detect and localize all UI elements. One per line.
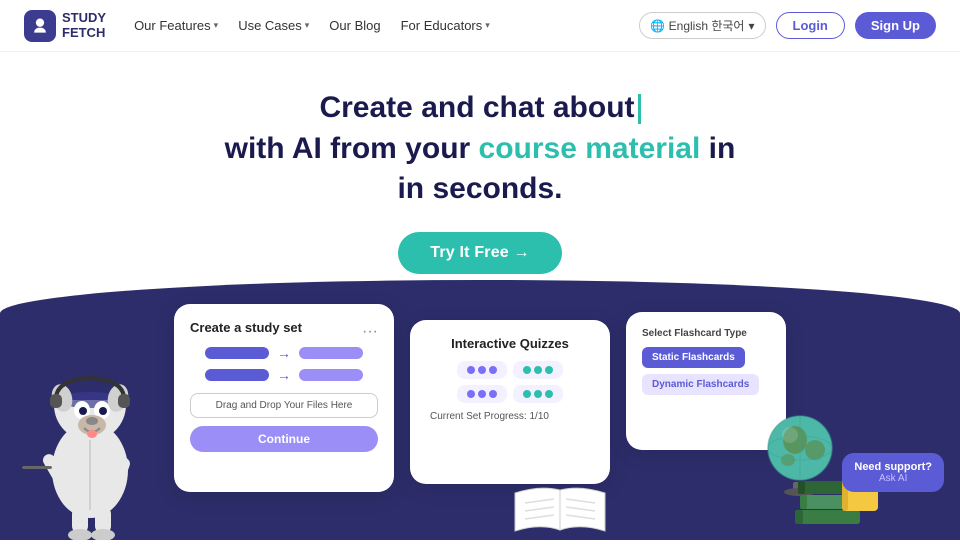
dot-purple [489,390,497,398]
card1-rows: → → [190,345,378,383]
chevron-down-icon: ▾ [214,20,219,31]
language-selector[interactable]: 🌐 English 한국어 ▾ [639,12,765,39]
static-flashcards-button[interactable]: Static Flashcards [642,347,745,368]
support-bubble[interactable]: Need support? Ask AI [842,453,944,492]
quiz-option[interactable] [513,385,563,403]
chevron-down-icon: ▾ [305,20,310,31]
chevron-down-icon: ▾ [485,20,490,31]
arrow-right-icon: → [277,367,291,383]
hero-section: Create and chat about with AI from your … [0,52,960,274]
list-item: → [205,367,363,383]
continue-button[interactable]: Continue [190,426,378,452]
mascot-dog [20,310,160,540]
dot-purple [478,390,486,398]
dot-purple [489,366,497,374]
nav-links: Our Features ▾ Use Cases ▾ Our Blog For … [134,18,639,33]
list-item [426,385,594,403]
dot-purple [478,366,486,374]
nav-item-blog[interactable]: Our Blog [329,18,380,33]
logo-text: STUDY FETCH [62,11,106,40]
nav-right: 🌐 English 한국어 ▾ Login Sign Up [639,12,936,39]
dot-purple [467,390,475,398]
dot-green [523,366,531,374]
nav-item-educators[interactable]: For Educators ▾ [401,18,490,33]
list-item: → [205,345,363,361]
dot-purple [467,366,475,374]
card2-title: Interactive Quizzes [426,336,594,351]
navbar: STUDY FETCH Our Features ▾ Use Cases ▾ O… [0,0,960,52]
interactive-quizzes-card: Interactive Quizzes [410,320,610,484]
bar-right [299,347,363,359]
nav-item-features[interactable]: Our Features ▾ [134,18,218,33]
logo[interactable]: STUDY FETCH [24,10,106,42]
card1-title: Create a study set [190,320,302,335]
support-title: Need support? [854,461,932,473]
cursor-blink [638,94,641,124]
more-options-icon[interactable]: ··· [362,323,378,341]
login-button[interactable]: Login [776,12,845,39]
signup-button[interactable]: Sign Up [855,12,936,39]
bar-left [205,347,269,359]
dot-green [523,390,531,398]
create-study-set-card: Create a study set ··· → → Drag and Drop… [174,304,394,492]
dot-green [545,390,553,398]
dot-green [545,366,553,374]
support-sub: Ask AI [854,473,932,484]
dot-green [534,390,542,398]
quiz-progress: Current Set Progress: 1/10 [426,411,594,422]
quiz-option[interactable] [457,385,507,403]
dynamic-flashcards-button[interactable]: Dynamic Flashcards [642,374,759,395]
try-free-button[interactable]: Try It Free → [398,232,562,274]
quiz-option[interactable] [457,361,507,379]
logo-icon [24,10,56,42]
arrow-right-icon: → [277,345,291,361]
dot-green [534,366,542,374]
bar-right [299,369,363,381]
bar-left [205,369,269,381]
quiz-option[interactable] [513,361,563,379]
list-item [426,361,594,379]
hero-title: Create and chat about with AI from your … [0,88,960,210]
drag-drop-area[interactable]: Drag and Drop Your Files Here [190,393,378,418]
chevron-down-icon: ▾ [748,19,754,33]
open-book-decoration [510,485,610,540]
card3-title: Select Flashcard Type [642,328,770,339]
quiz-rows [426,361,594,403]
nav-item-usecases[interactable]: Use Cases ▾ [238,18,309,33]
